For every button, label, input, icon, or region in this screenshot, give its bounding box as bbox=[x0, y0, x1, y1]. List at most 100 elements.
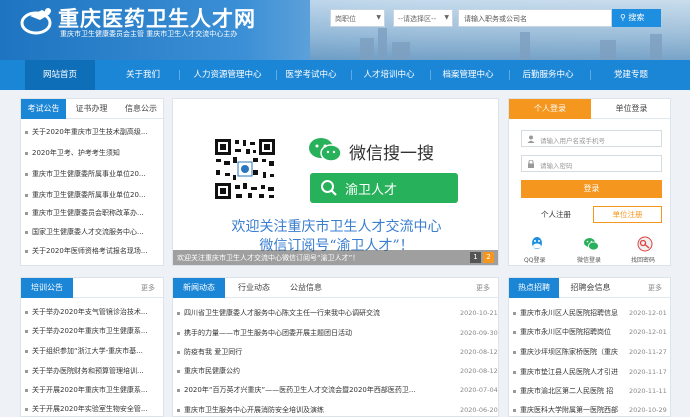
more-link[interactable]: 更多 bbox=[141, 278, 155, 298]
job-date: 2020-12-01 bbox=[629, 328, 667, 336]
news-date: 2020-08-12 bbox=[460, 348, 498, 356]
wechat-icon[interactable] bbox=[583, 236, 599, 252]
list-item[interactable]: 2020年卫考、护考考生须知 bbox=[25, 148, 159, 158]
qq-icon[interactable] bbox=[529, 236, 545, 252]
list-item[interactable]: 关于组织参加“浙江大学-重庆市基... bbox=[25, 346, 159, 356]
search-icon bbox=[321, 180, 337, 196]
job-date: 2020-11-17 bbox=[629, 368, 667, 376]
tab-training-notice[interactable]: 培训公告 bbox=[21, 278, 73, 298]
recover-password-label[interactable]: 找回密码 bbox=[631, 255, 655, 264]
job-item[interactable]: 重庆市渝北区第二人民医院 招 bbox=[513, 386, 625, 396]
chevron-down-icon: ▼ bbox=[444, 14, 449, 21]
news-date: 2020-08-12 bbox=[460, 367, 498, 375]
news-item[interactable]: 防疫有我 爱卫同行 bbox=[177, 347, 449, 357]
news-date: 2020-07-04 bbox=[460, 386, 498, 394]
job-item[interactable]: 重庆市垫江县人民医院人才引进 bbox=[513, 367, 625, 377]
nav-hr-center[interactable]: 人力资源管理中心 bbox=[180, 60, 275, 90]
area-select[interactable]: --请选择区-- ▼ bbox=[393, 9, 453, 27]
wechat-icon bbox=[309, 138, 342, 162]
news-date: 2020-06-20 bbox=[460, 406, 498, 414]
nav-party[interactable]: 党建专题 bbox=[600, 60, 662, 90]
more-link[interactable]: 更多 bbox=[648, 278, 662, 298]
news-item[interactable]: 重庆市民健康公约 bbox=[177, 366, 449, 376]
list-item[interactable]: 重庆市卫生健康委所属事业单位20... bbox=[25, 190, 159, 200]
wechat-keyword: 渝卫人才 bbox=[345, 183, 398, 198]
jobs-panel: 热点招聘 招聘会信息 更多 重庆市永川区人民医院招聘信息 2020-12-01 … bbox=[508, 277, 671, 417]
search-button[interactable]: ⚲ 搜索 bbox=[612, 9, 661, 27]
unit-register-button[interactable]: 单位注册 bbox=[593, 206, 662, 223]
news-date: 2020-09-30 bbox=[460, 329, 498, 337]
list-item[interactable]: 重庆市卫生健康委所属事业单位20... bbox=[25, 169, 159, 179]
tab-info-publicity[interactable]: 信息公示 bbox=[117, 99, 165, 119]
news-item[interactable]: 四川省卫生健康委人才服务中心陈文主任一行来我中心调研交流 bbox=[177, 308, 449, 318]
banner-carousel[interactable]: 微信搜一搜 渝卫人才 欢迎关注重庆市卫生人才交流中心 微信订阅号“渝卫人才”！ … bbox=[172, 98, 499, 266]
list-item[interactable]: 关于开展2020年实验室生物安全管... bbox=[25, 404, 159, 414]
qq-login-label[interactable]: QQ登录 bbox=[524, 255, 545, 264]
search-icon: ⚲ bbox=[620, 13, 626, 22]
key-icon[interactable] bbox=[637, 236, 653, 252]
lock-icon bbox=[528, 160, 534, 168]
banner-headline-1: 欢迎关注重庆市卫生人才交流中心 bbox=[231, 219, 442, 235]
tab-industry[interactable]: 行业动态 bbox=[229, 278, 279, 298]
nav-training-center[interactable]: 人才培训中心 bbox=[350, 60, 428, 90]
news-item[interactable]: 2020年“百万英才兴重庆”——医药卫生人才交流会暨2020年西部医药卫... bbox=[177, 385, 452, 395]
wechat-login-label[interactable]: 微信登录 bbox=[577, 255, 601, 264]
job-item[interactable]: 重庆沙坪坝区陈家桥医院（重庆 bbox=[513, 347, 625, 357]
nav-logistics-center[interactable]: 后勤服务中心 bbox=[508, 60, 588, 90]
list-item[interactable]: 关于2020年重庆市卫生技术副高级... bbox=[25, 127, 159, 137]
tab-unit-login[interactable]: 单位登录 bbox=[591, 99, 672, 119]
list-item[interactable]: 重庆市卫生健康委员会职称改革办... bbox=[25, 208, 159, 218]
carousel-caption-bar: 欢迎关注重庆市卫生人才交流中心微信订阅号“渝卫人才”！ bbox=[173, 250, 498, 265]
job-date: 2020-12-01 bbox=[629, 309, 667, 317]
user-icon bbox=[527, 135, 535, 143]
tab-public-info[interactable]: 公益信息 bbox=[281, 278, 331, 298]
job-date: 2020-11-27 bbox=[629, 348, 667, 356]
exam-notice-panel: 考试公告 证书办理 信息公示 关于2020年重庆市卫生技术副高级... 2020… bbox=[20, 98, 164, 266]
type-select[interactable]: 岗职位 ▼ bbox=[330, 9, 385, 27]
login-panel: 个人登录 单位登录 请输入用户名或手机号 请输入密码 登录 个人注册 单位注册 … bbox=[508, 98, 671, 266]
news-panel: 新闻动态 行业动态 公益信息 更多 四川省卫生健康委人才服务中心陈文主任一行来我… bbox=[172, 277, 499, 417]
site-logo-icon[interactable] bbox=[20, 6, 56, 36]
training-notice-panel: 培训公告 更多 关于举办2020年支气管镜诊治技术... 关于举办2020年重庆… bbox=[20, 277, 164, 417]
job-item[interactable]: 重庆市永川区中医院招聘岗位 bbox=[513, 327, 625, 337]
search-input[interactable]: 请输入职务或公司名 bbox=[458, 9, 612, 27]
carousel-caption[interactable]: 欢迎关注重庆市卫生人才交流中心微信订阅号“渝卫人才”！ bbox=[177, 253, 359, 263]
nav-exam-center[interactable]: 医学考试中心 bbox=[272, 60, 350, 90]
chevron-down-icon: ▼ bbox=[376, 14, 381, 21]
carousel-page-2[interactable]: 2 bbox=[483, 252, 494, 263]
list-item[interactable]: 关于2020年医师资格考试报名现场... bbox=[25, 246, 159, 256]
personal-register-button[interactable]: 个人注册 bbox=[521, 206, 591, 223]
tab-hot-jobs[interactable]: 热点招聘 bbox=[509, 278, 559, 298]
list-item[interactable]: 关于举办医院财务和预算管理培训... bbox=[25, 366, 159, 376]
nav-about[interactable]: 关于我们 bbox=[108, 60, 178, 90]
job-item[interactable]: 重庆医科大学附属第一医院西部 bbox=[513, 405, 625, 415]
tab-exam-notice[interactable]: 考试公告 bbox=[21, 99, 66, 119]
list-item[interactable]: 关于开展2020年重庆市卫生健康系... bbox=[25, 385, 159, 395]
tab-certificate[interactable]: 证书办理 bbox=[69, 99, 114, 119]
job-date: 2020-10-29 bbox=[629, 406, 667, 414]
carousel-page-1[interactable]: 1 bbox=[470, 252, 481, 263]
job-item[interactable]: 重庆市永川区人民医院招聘信息 bbox=[513, 308, 625, 318]
site-header: 重庆医药卫生人才网 重庆市卫生健康委员会主管 重庆市卫生人才交流中心主办 岗职位… bbox=[0, 0, 690, 60]
tab-personal-login[interactable]: 个人登录 bbox=[509, 99, 591, 119]
tab-news[interactable]: 新闻动态 bbox=[173, 278, 225, 298]
news-date: 2020-10-21 bbox=[460, 309, 498, 317]
nav-archive-center[interactable]: 档案管理中心 bbox=[428, 60, 508, 90]
list-item[interactable]: 关于举办2020年支气管镜诊治技术... bbox=[25, 307, 159, 317]
job-date: 2020-11-11 bbox=[629, 387, 667, 395]
qr-code-icon bbox=[213, 137, 277, 201]
more-link[interactable]: 更多 bbox=[476, 278, 490, 298]
tab-job-fairs[interactable]: 招聘会信息 bbox=[563, 278, 618, 298]
news-item[interactable]: 携手的力量——市卫生服务中心团委开展主题团日活动 bbox=[177, 328, 449, 338]
wechat-search-text: 微信搜一搜 bbox=[349, 144, 434, 164]
news-item[interactable]: 重庆市卫生服务中心开展消防安全培训及演练 bbox=[177, 405, 449, 415]
site-subtitle: 重庆市卫生健康委员会主管 重庆市卫生人才交流中心主办 bbox=[60, 30, 238, 38]
list-item[interactable]: 关于举办2020年重庆市卫生健康系... bbox=[25, 326, 159, 336]
username-input[interactable]: 请输入用户名或手机号 bbox=[521, 130, 662, 147]
password-input[interactable]: 请输入密码 bbox=[521, 155, 662, 172]
wechat-search-box: 渝卫人才 bbox=[310, 173, 458, 203]
login-button[interactable]: 登录 bbox=[521, 180, 662, 198]
main-nav: 网站首页 关于我们 人力资源管理中心 医学考试中心 人才培训中心 档案管理中心 … bbox=[0, 60, 690, 90]
list-item[interactable]: 国家卫生健康委人才交流服务中心... bbox=[25, 227, 159, 237]
nav-home[interactable]: 网站首页 bbox=[25, 60, 95, 90]
